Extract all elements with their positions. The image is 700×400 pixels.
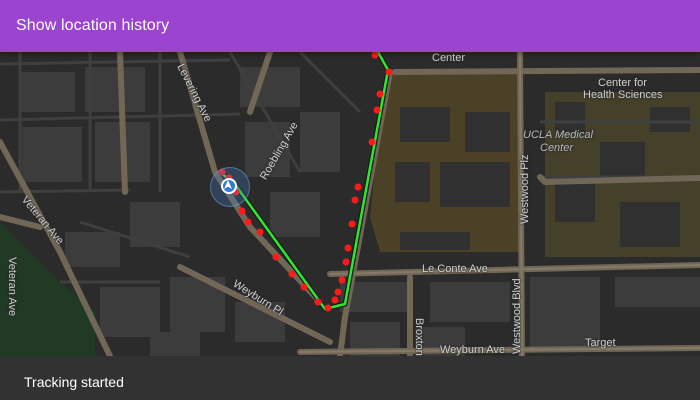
map-label-veteran-ave-vert: Veteran Ave	[6, 257, 18, 317]
map-label-ucla-2: Center	[540, 142, 574, 154]
map-view[interactable]: Center Center for Health Sciences UCLA M…	[0, 52, 700, 356]
map-label-ucla-1: UCLA Medical	[523, 129, 593, 141]
map-label-weyburn-ave: Weyburn Ave	[440, 344, 506, 356]
app-bar: Show location history	[0, 0, 700, 52]
map-label-westwood-plz: Westwood Plz	[519, 154, 531, 225]
map-label-health-sciences-1: Center for	[598, 77, 647, 89]
status-message: Tracking started	[24, 374, 124, 390]
map-label-le-conte-ave: Le Conte Ave	[422, 263, 488, 275]
app-title: Show location history	[16, 17, 170, 34]
map-label-broxton: Broxton	[413, 318, 425, 356]
map-label-westwood-blvd: Westwood Blvd	[511, 278, 523, 354]
map-label-health-sciences-2: Health Sciences	[583, 89, 663, 101]
map-label-target: Target	[585, 337, 616, 349]
status-bar: Tracking started	[0, 356, 700, 400]
map-label-center: Center	[432, 52, 466, 64]
current-location-marker[interactable]	[210, 167, 250, 207]
navigation-arrow-icon	[221, 178, 237, 194]
